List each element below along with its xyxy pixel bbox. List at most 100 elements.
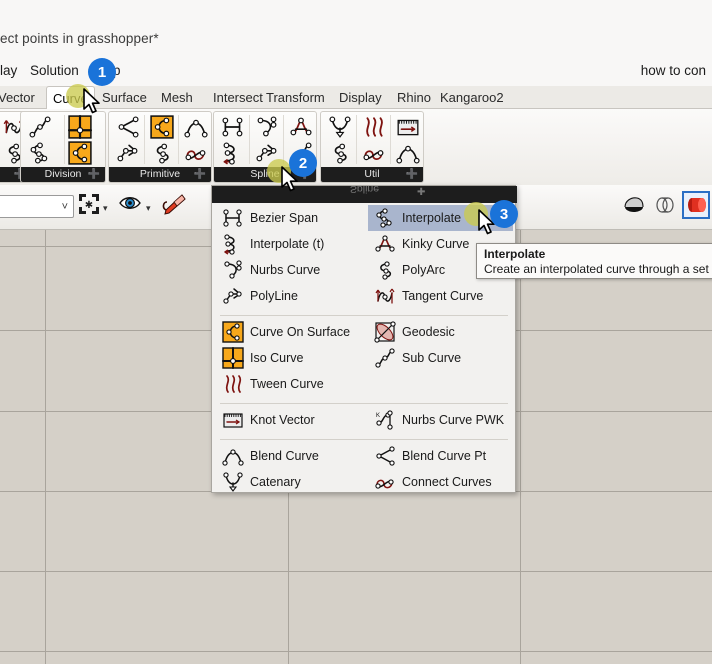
ribbon-button[interactable] [357, 140, 391, 166]
polyarc-icon [368, 258, 402, 282]
step-badge-2: 2 [289, 149, 317, 177]
ribbon-group-label[interactable]: Util ➕ [321, 167, 423, 182]
eye-icon[interactable] [118, 193, 142, 216]
menu-item-iso-curve[interactable]: Iso Curve [216, 345, 364, 371]
ribbon-button[interactable] [111, 114, 145, 140]
menu-item-polyline[interactable]: PolyLine [216, 283, 364, 309]
menu-item-blend-curve-pt[interactable]: Blend Curve Pt [368, 443, 513, 469]
menu-item-label: Sub Curve [402, 351, 462, 365]
ribbon-group-separator [282, 115, 284, 164]
menu-item-label: Interpolate [402, 211, 462, 225]
ribbon-button[interactable] [179, 114, 213, 140]
ribbon-button[interactable] [145, 114, 179, 140]
ribbon-button[interactable] [391, 140, 425, 166]
menu-item-sub-curve[interactable]: Sub Curve [368, 345, 513, 371]
menu-item-nurbs-curve[interactable]: Nurbs Curve [216, 257, 364, 283]
window-title: ect points in grasshopper* [0, 31, 159, 46]
blend-curve-icon [216, 444, 250, 468]
crosshair-dropdown-arrow[interactable]: ▾ [103, 203, 108, 214]
ribbon-group-separator [177, 115, 179, 164]
menu-item-label: Curve On Surface [250, 325, 351, 339]
title-bar: ect points in grasshopper* [0, 0, 712, 56]
ribbon-button[interactable] [63, 140, 97, 166]
menu-divider [220, 403, 508, 404]
tween-curve-icon [216, 372, 250, 396]
svg-text:✱: ✱ [85, 200, 93, 211]
tab-rhino[interactable]: Rhino [391, 86, 437, 109]
flyout-expand-icon[interactable]: ✚ [417, 187, 425, 198]
ribbon-group-label[interactable]: Division ➕ [21, 167, 105, 182]
menu-item-label: Connect Curves [402, 475, 492, 489]
tab-vector[interactable]: Vector [0, 86, 41, 109]
blend-curve-pt-icon [368, 444, 402, 468]
menu-item-tangent-curve[interactable]: Tangent Curve [368, 283, 513, 309]
ribbon-group-separator [144, 115, 146, 164]
canvas-grid-line-horizontal [0, 571, 712, 572]
tooltip: Interpolate Create an interpolated curve… [476, 243, 712, 279]
application-chrome: ect points in grasshopper* how to con la… [0, 0, 712, 185]
ribbon-button[interactable] [250, 114, 284, 140]
ribbon-group-separator [356, 115, 358, 164]
menu-item-curve-on-surface[interactable]: Curve On Surface [216, 319, 364, 345]
ribbon-button[interactable] [357, 114, 391, 140]
ribbon-group-expand-icon[interactable]: ➕ [406, 167, 418, 182]
menu-item-tween-curve[interactable]: Tween Curve [216, 371, 364, 397]
tab-kangaroo2[interactable]: Kangaroo2 [434, 86, 510, 109]
menu-item-catenary[interactable]: Catenary [216, 469, 364, 495]
search-combobox[interactable]: ˅ [0, 195, 74, 218]
sub-curve-icon [368, 346, 402, 370]
preview-wireframe-icon[interactable] [651, 191, 679, 219]
tab-surface[interactable]: Surface [96, 86, 153, 109]
mouse-cursor-icon [82, 88, 104, 116]
ribbon-group-separator [249, 115, 251, 164]
step-badge-3: 3 [490, 200, 518, 228]
tab-display[interactable]: Display [333, 86, 388, 109]
spline-flyout-menu: Spline ✚ Bezier Span Interpolate (t) Nurbs… [211, 185, 517, 493]
svg-text:K: K [376, 413, 380, 419]
menu-item-blend-curve[interactable]: Blend Curve [216, 443, 364, 469]
bake-icon[interactable] [160, 193, 186, 220]
ribbon-button[interactable] [179, 140, 213, 166]
nurbs-curve-pwk-icon: K [368, 408, 402, 432]
ribbon-group-expand-icon[interactable]: ➕ [88, 167, 100, 182]
ribbon-button[interactable] [23, 140, 57, 166]
ribbon-button[interactable] [216, 114, 250, 140]
menu-item-nurbs-curve-pwk[interactable]: K Nurbs Curve PWK [368, 407, 513, 433]
menu-item-label: Tween Curve [250, 377, 324, 391]
eye-dropdown-arrow[interactable]: ▾ [146, 203, 151, 214]
preview-solid-icon[interactable] [682, 191, 710, 219]
ribbon-button[interactable] [323, 140, 357, 166]
menu-item-solution[interactable]: Solution [30, 63, 79, 78]
ribbon-button[interactable] [216, 140, 250, 166]
menu-item-geodesic[interactable]: Geodesic [368, 319, 513, 345]
menu-item-knot-vector[interactable]: Knot Vector [216, 407, 364, 433]
preview-shaded-icon[interactable] [620, 191, 648, 219]
kinky-curve-icon [368, 232, 402, 256]
menu-item-lay[interactable]: lay [0, 63, 17, 78]
ribbon-group-expand-icon[interactable]: ➕ [194, 167, 206, 182]
menubar-right-text: how to con [640, 63, 706, 78]
menu-item-interpolate-t-[interactable]: Interpolate (t) [216, 231, 364, 257]
curve-on-surface-icon [216, 320, 250, 344]
tab-transform[interactable]: Transform [260, 86, 331, 109]
ribbon-group-label[interactable]: Primitive ➕ [109, 167, 211, 182]
ribbon-button[interactable] [284, 114, 318, 140]
flyout-items: Bezier Span Interpolate (t) Nurbs Curve Pol… [212, 203, 515, 492]
ribbon-button[interactable] [111, 140, 145, 166]
ribbon-button[interactable] [145, 140, 179, 166]
flyout-header-label: Spline [349, 186, 380, 195]
ribbon-button[interactable] [323, 114, 357, 140]
ribbon-button[interactable] [63, 114, 97, 140]
knot-vector-icon [216, 408, 250, 432]
ribbon-group-division: Division ➕ [20, 111, 106, 183]
menu-item-label: Bezier Span [250, 211, 319, 225]
menu-item-connect-curves[interactable]: Connect Curves [368, 469, 513, 495]
crosshair-icon[interactable]: ✱ [78, 193, 100, 218]
menu-item-bezier-span[interactable]: Bezier Span [216, 205, 364, 231]
tooltip-title: Interpolate [484, 247, 546, 261]
tab-mesh[interactable]: Mesh [155, 86, 199, 109]
menu-item-label: PolyLine [250, 289, 298, 303]
flyout-header: Spline ✚ [212, 186, 517, 203]
ribbon-button[interactable] [23, 114, 57, 140]
ribbon-button[interactable] [391, 114, 425, 140]
